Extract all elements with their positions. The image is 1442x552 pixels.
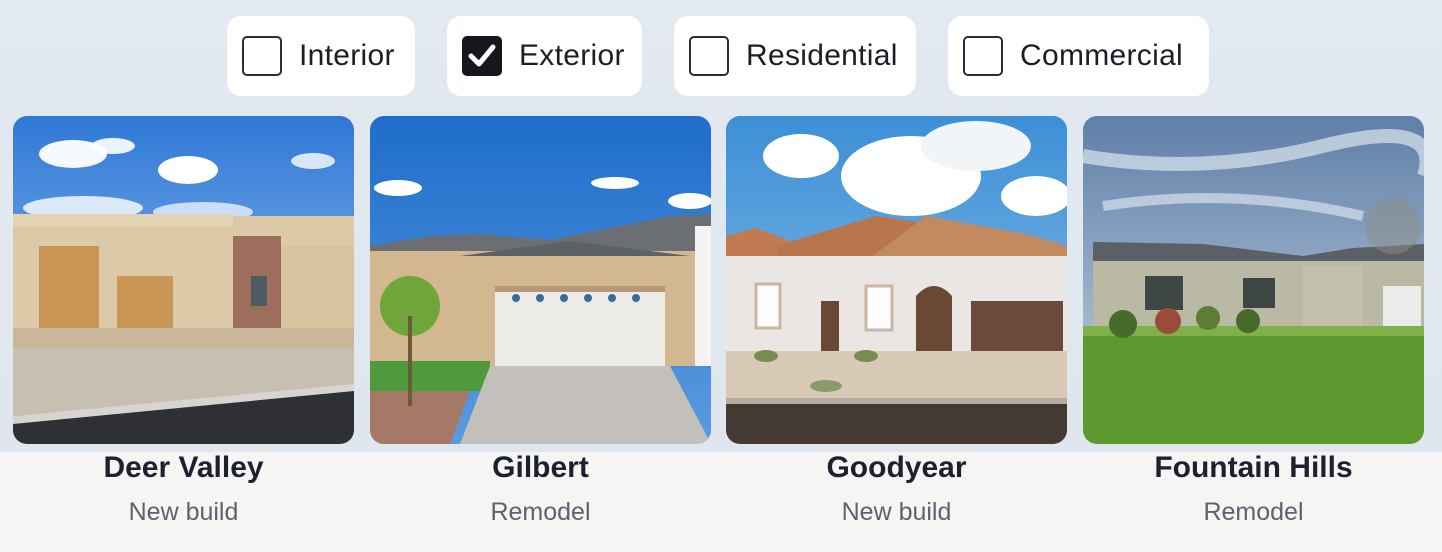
- project-card-fountain-hills[interactable]: Fountain Hills Remodel: [1083, 116, 1424, 526]
- filter-bar: Interior Exterior Residential Commercial: [0, 16, 1442, 96]
- filter-interior[interactable]: Interior: [227, 16, 415, 96]
- project-photo[interactable]: [726, 116, 1067, 444]
- filter-label: Interior: [299, 39, 395, 72]
- project-photo[interactable]: [370, 116, 711, 444]
- project-card-gilbert[interactable]: Gilbert Remodel: [370, 116, 711, 526]
- filter-label: Residential: [746, 39, 898, 72]
- project-type: New build: [128, 498, 239, 526]
- filter-exterior[interactable]: Exterior: [447, 16, 642, 96]
- project-photo[interactable]: [13, 116, 354, 444]
- project-type: New build: [841, 498, 952, 526]
- project-type: Remodel: [1203, 498, 1304, 526]
- commercial-checkbox[interactable]: [963, 36, 1003, 76]
- checkmark-icon: [468, 44, 496, 67]
- project-title: Fountain Hills: [1154, 451, 1353, 484]
- project-title: Goodyear: [826, 451, 967, 484]
- filter-label: Commercial: [1020, 39, 1184, 72]
- project-photo[interactable]: [1083, 116, 1424, 444]
- residential-checkbox[interactable]: [689, 36, 729, 76]
- filter-commercial[interactable]: Commercial: [948, 16, 1209, 96]
- project-card-deer-valley[interactable]: Deer Valley New build: [13, 116, 354, 526]
- interior-checkbox[interactable]: [242, 36, 282, 76]
- project-card-goodyear[interactable]: Goodyear New build: [726, 116, 1067, 526]
- exterior-checkbox[interactable]: [462, 36, 502, 76]
- project-title: Gilbert: [492, 451, 589, 484]
- filter-label: Exterior: [519, 39, 625, 72]
- project-title: Deer Valley: [103, 451, 264, 484]
- project-type: Remodel: [490, 498, 591, 526]
- filter-residential[interactable]: Residential: [674, 16, 916, 96]
